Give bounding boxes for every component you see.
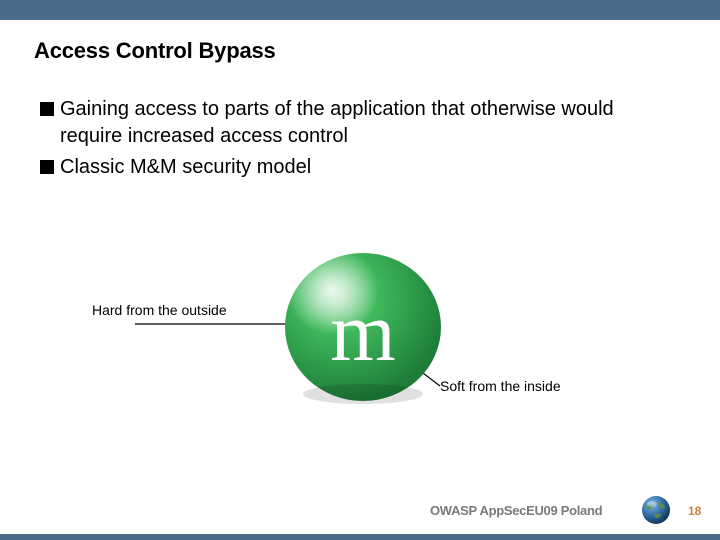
page-number: 18 xyxy=(688,504,701,518)
owasp-globe-icon xyxy=(640,494,672,526)
bullet-marker-icon xyxy=(40,102,54,116)
top-bar xyxy=(0,0,720,20)
bullet-marker-icon xyxy=(40,160,54,174)
bullet-text: Classic M&M security model xyxy=(60,154,311,181)
footer-bar xyxy=(0,534,720,540)
candy-letter: m xyxy=(330,286,395,379)
bullet-item: Classic M&M security model xyxy=(40,154,680,181)
illustration: Hard from the outside Soft from the insi… xyxy=(0,238,720,458)
slide: Access Control Bypass Gaining access to … xyxy=(0,0,720,540)
bullet-item: Gaining access to parts of the applicati… xyxy=(40,96,680,150)
bullet-list: Gaining access to parts of the applicati… xyxy=(40,96,680,185)
mm-candy-icon: m xyxy=(278,242,448,412)
footer-text: OWASP AppSecEU09 Poland xyxy=(430,503,602,518)
bullet-text: Gaining access to parts of the applicati… xyxy=(60,96,680,150)
slide-title: Access Control Bypass xyxy=(34,38,276,64)
soft-label: Soft from the inside xyxy=(440,378,561,394)
